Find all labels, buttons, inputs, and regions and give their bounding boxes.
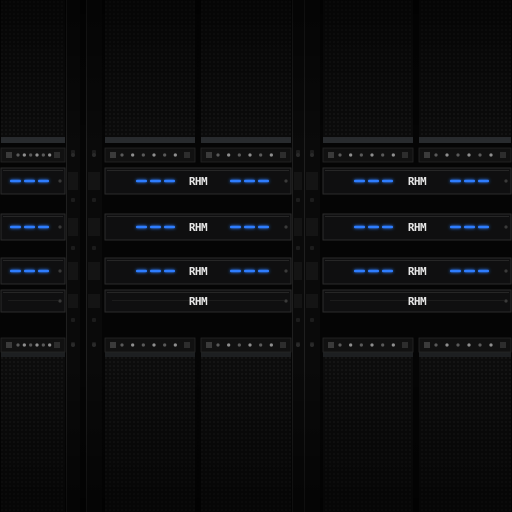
server-rack-scene: RHMRHMRHMRHMRHMRHMRHMRHM [0, 0, 512, 512]
vignette-shade [0, 0, 512, 512]
